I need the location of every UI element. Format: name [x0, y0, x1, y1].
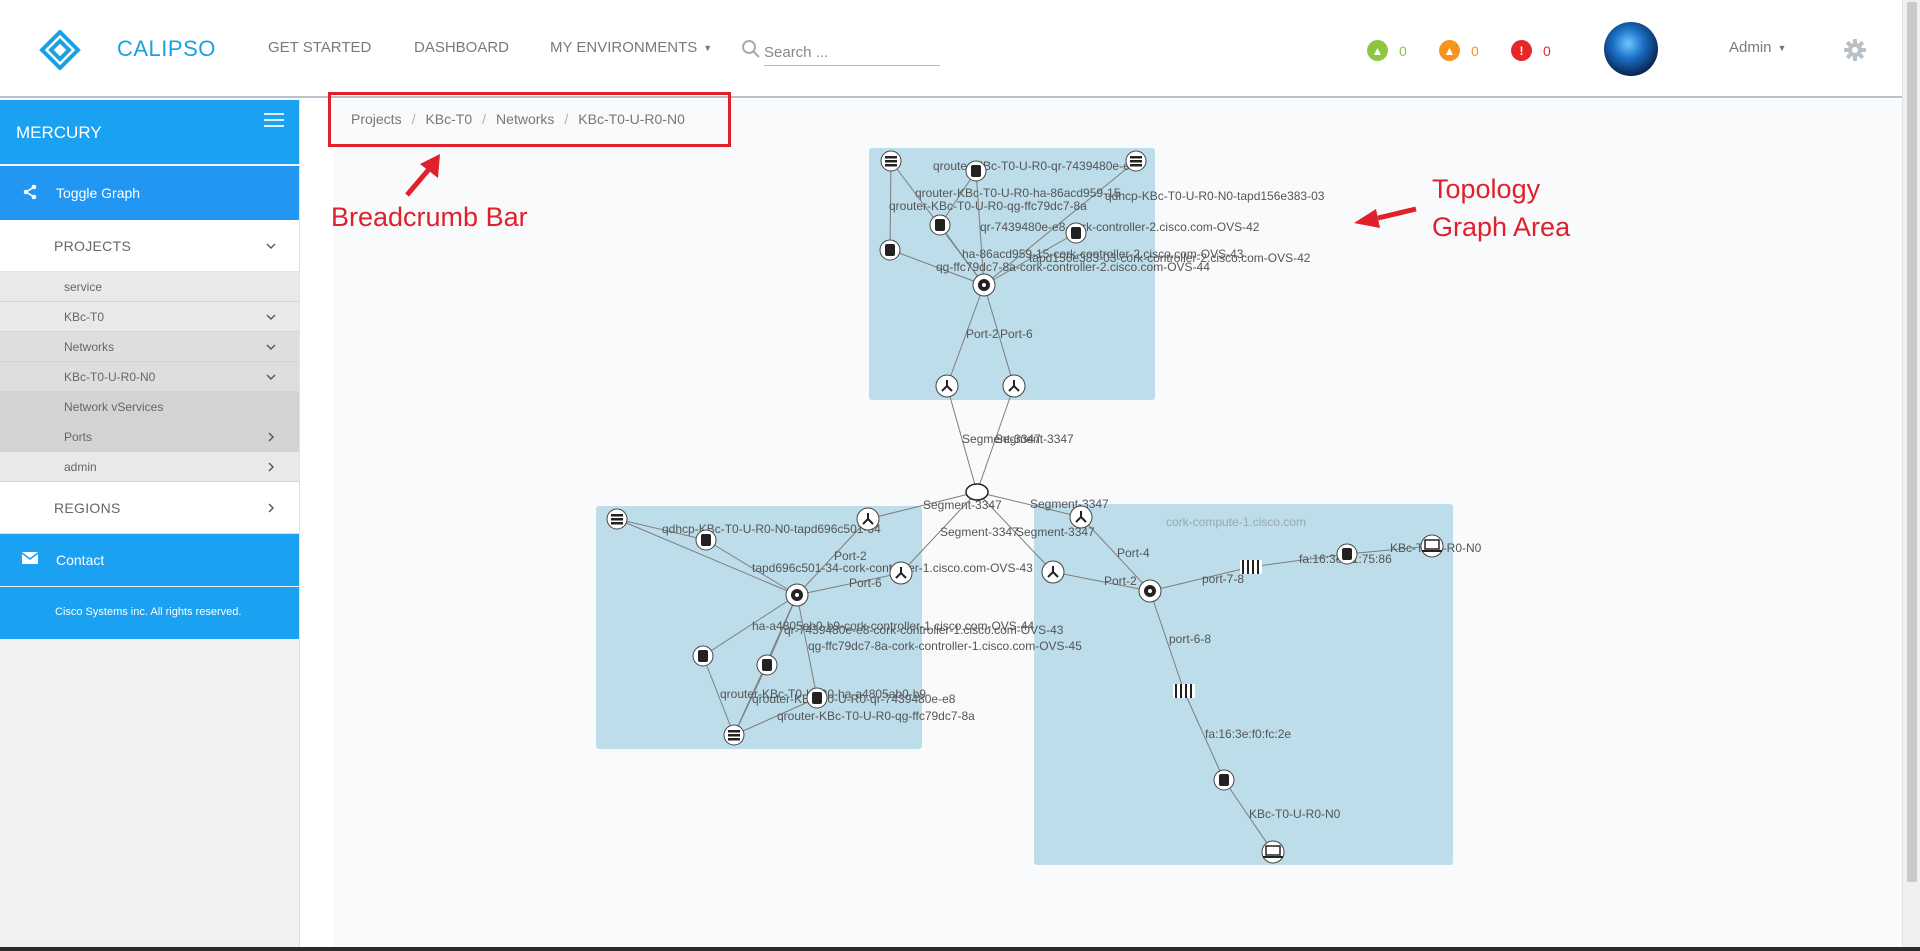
caret-down-icon: ▼ — [1777, 43, 1787, 54]
vservice-node-icon[interactable] — [879, 239, 901, 261]
port-node-icon[interactable] — [1041, 560, 1065, 584]
share-icon — [23, 184, 37, 200]
nav-dashboard[interactable]: DASHBOARD — [414, 39, 509, 56]
sidebar-item-label: Ports — [64, 430, 93, 444]
calipso-logo-icon[interactable] — [38, 30, 82, 70]
vnic-node-icon[interactable] — [1336, 543, 1358, 565]
sidebar-item-admin[interactable]: admin — [0, 452, 299, 482]
nav-my-environments[interactable]: MY ENVIRONMENTS ▼ — [550, 39, 712, 56]
sidebar-item-service[interactable]: service — [0, 272, 299, 302]
port-node-icon[interactable] — [935, 374, 959, 398]
chevron-down-icon — [266, 374, 276, 380]
vservice-node-icon[interactable] — [965, 160, 987, 182]
chevron-down-icon — [266, 344, 276, 350]
scrollbar-thumb[interactable] — [1907, 2, 1917, 882]
copyright-footer: Cisco Systems inc. All rights reserved. — [0, 587, 299, 639]
sidebar-item-kbc-t0[interactable]: KBc-T0 — [0, 302, 299, 332]
user-menu[interactable]: Admin ▼ — [1729, 39, 1786, 56]
sidebar-item-label: Network vServices — [64, 400, 164, 414]
caret-down-icon: ▼ — [703, 43, 713, 54]
nav-get-started[interactable]: GET STARTED — [268, 39, 371, 56]
warning-count: 0 — [1471, 42, 1479, 59]
host-node-icon[interactable] — [1125, 150, 1147, 172]
regions-label: REGIONS — [54, 500, 121, 516]
sidebar-item-network-vservices[interactable]: Network vServices — [0, 392, 299, 422]
contact-label: Contact — [56, 552, 105, 568]
window-bottom-edge — [0, 947, 1920, 951]
search-input[interactable] — [764, 40, 940, 66]
vnic-node-icon[interactable] — [1213, 769, 1235, 791]
host-node-icon[interactable] — [723, 724, 745, 746]
topology-graph-area[interactable] — [333, 100, 1902, 947]
vservice-node-icon[interactable] — [695, 529, 717, 551]
ovs-switch-icon[interactable] — [972, 273, 996, 297]
user-name: Admin — [1729, 39, 1772, 56]
chevron-down-icon — [266, 314, 276, 320]
nav-my-environments-label: MY ENVIRONMENTS — [550, 39, 698, 56]
top-navbar: CALIPSO GET STARTED DASHBOARD MY ENVIRON… — [0, 0, 1902, 98]
search-icon — [742, 40, 760, 58]
sidebar-section-projects[interactable]: PROJECTS — [0, 220, 299, 272]
copyright-text: Cisco Systems inc. All rights reserved. — [55, 606, 242, 618]
vservice-node-icon[interactable] — [806, 687, 828, 709]
gear-icon[interactable] — [1843, 38, 1867, 62]
breadcrumb-bar-annotation: Breadcrumb Bar — [331, 202, 528, 232]
vservice-node-icon[interactable] — [756, 654, 778, 676]
info-notifications[interactable]: ▲ 0 — [1367, 40, 1407, 61]
sidebar-header: MERCURY — [0, 100, 299, 164]
breadcrumb-highlight-box — [328, 92, 731, 147]
sidebar-item-networks[interactable]: Networks — [0, 332, 299, 362]
info-count: 0 — [1399, 42, 1407, 59]
sidebar-item-ports[interactable]: Ports — [0, 422, 299, 452]
chevron-right-icon — [268, 503, 274, 513]
hamburger-menu-icon[interactable] — [264, 113, 284, 127]
chevron-down-icon — [266, 243, 276, 249]
chevron-right-icon — [268, 432, 274, 442]
port-node-icon[interactable] — [856, 507, 880, 531]
error-count: 0 — [1543, 42, 1551, 59]
host-node-icon[interactable] — [606, 508, 628, 530]
chevron-right-icon — [268, 462, 274, 472]
topology-annotation-line1: Topology — [1432, 174, 1541, 204]
sidebar-item-label: KBc-T0 — [64, 310, 105, 324]
ovs-switch-icon[interactable] — [1138, 579, 1162, 603]
page-scrollbar[interactable] — [1902, 0, 1920, 947]
projects-label: PROJECTS — [54, 238, 132, 254]
sidebar-item-network[interactable]: KBc-T0-U-R0-N0 — [0, 362, 299, 392]
warning-notifications[interactable]: ▲ 0 — [1439, 40, 1479, 61]
sidebar-item-label: admin — [64, 460, 97, 474]
vservice-node-icon[interactable] — [1065, 222, 1087, 244]
warning-icon: ▲ — [1439, 40, 1460, 61]
vservice-node-icon[interactable] — [929, 214, 951, 236]
port-node-icon[interactable] — [889, 561, 913, 585]
host-node-icon[interactable] — [880, 150, 902, 172]
toggle-graph-label: Toggle Graph — [56, 185, 141, 201]
envelope-icon — [22, 552, 38, 564]
sidebar-item-label: Networks — [64, 340, 115, 354]
vservice-node-icon[interactable] — [692, 645, 714, 667]
user-avatar[interactable] — [1604, 22, 1658, 76]
error-notifications[interactable]: ! 0 — [1511, 40, 1551, 61]
contact-button[interactable]: Contact — [0, 534, 299, 586]
app-window: CALIPSO GET STARTED DASHBOARD MY ENVIRON… — [0, 0, 1920, 951]
port-node-icon[interactable] — [1002, 374, 1026, 398]
environment-name: MERCURY — [16, 123, 102, 142]
toggle-graph-button[interactable]: Toggle Graph — [0, 166, 299, 220]
sidebar-item-label: KBc-T0-U-R0-N0 — [64, 370, 156, 384]
sidebar-item-label: service — [64, 280, 103, 294]
network-cloud-icon[interactable] — [965, 483, 989, 501]
instance-laptop-icon[interactable] — [1420, 534, 1444, 558]
vconnector-icon[interactable] — [1173, 684, 1195, 698]
brand-name[interactable]: CALIPSO — [117, 36, 216, 62]
bell-icon: ▲ — [1367, 40, 1388, 61]
error-icon: ! — [1511, 40, 1532, 61]
vconnector-icon[interactable] — [1240, 560, 1262, 574]
sidebar: MERCURY Toggle Graph PROJECTS service KB… — [0, 100, 300, 947]
port-node-icon[interactable] — [1069, 505, 1093, 529]
instance-laptop-icon[interactable] — [1261, 840, 1285, 864]
topology-annotation-line2: Graph Area — [1432, 212, 1571, 242]
ovs-switch-icon[interactable] — [785, 583, 809, 607]
sidebar-section-regions[interactable]: REGIONS — [0, 482, 299, 534]
